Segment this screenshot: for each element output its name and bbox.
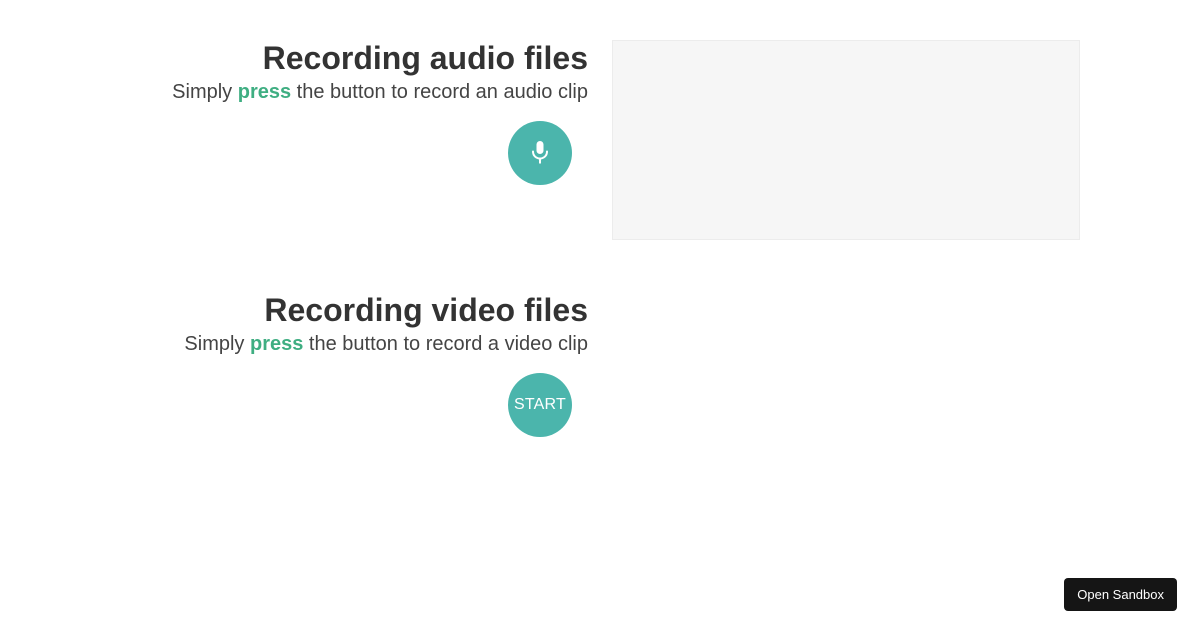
microphone-icon [532,141,548,164]
video-desc-accent: press [250,333,304,355]
audio-desc-after: the button to record an audio clip [291,81,588,103]
record-audio-button[interactable] [508,121,572,185]
start-video-button[interactable]: START [508,373,572,437]
video-desc-after: the button to record a video clip [303,333,588,355]
audio-desc-accent: press [237,81,292,103]
page: Recording audio files Simply press the b… [0,0,1200,630]
audio-player-panel [612,40,1080,240]
audio-section-title: Recording audio files [262,40,588,76]
video-section-description: Simply press the button to record a vide… [0,330,588,358]
video-section: Recording video files Simply press the b… [0,290,588,358]
audio-section: Recording audio files Simply press the b… [0,38,588,106]
audio-section-description: Simply press the button to record an aud… [0,78,588,106]
video-section-title: Recording video files [264,292,588,328]
open-sandbox-button[interactable]: Open Sandbox [1064,578,1177,611]
video-desc-before: Simply [184,333,250,355]
audio-desc-before: Simply [172,81,238,103]
